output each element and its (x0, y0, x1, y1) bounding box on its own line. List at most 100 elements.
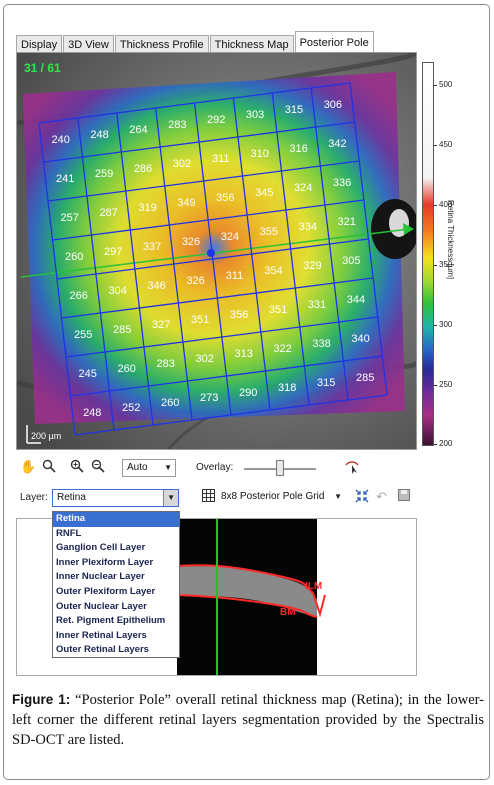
collapse-arrows-icon[interactable] (355, 489, 369, 506)
scan-counter: 31 / 61 (24, 61, 61, 75)
thickness-colorbar (422, 62, 434, 446)
colorbar-tick (434, 385, 437, 386)
grid-cell-value: 356 (230, 309, 248, 321)
grid-cell-value: 248 (83, 407, 101, 419)
grid-cell-value: 331 (308, 299, 326, 311)
grid-cell-value: 322 (273, 343, 291, 355)
fovea-marker (207, 249, 215, 257)
grid-cell-value: 327 (152, 319, 170, 331)
layer-option[interactable]: RNFL (53, 527, 179, 542)
grid-cell-value: 260 (65, 251, 83, 263)
grid-cell-value: 321 (338, 216, 356, 228)
colorbar-tick-label: 300 (439, 320, 453, 329)
grid-cell-value: 305 (342, 255, 360, 267)
layer-option[interactable]: Outer Plexiform Layer (53, 585, 179, 600)
grid-cell-value: 337 (143, 241, 161, 253)
grid-cell-value: 315 (317, 377, 335, 389)
grid-cell-value: 245 (79, 368, 97, 380)
layer-option[interactable]: Inner Plexiform Layer (53, 556, 179, 571)
grid-cell-value: 306 (324, 99, 342, 111)
thickness-map-canvas: 240 248 264 283 292 303 315 306 241 259 286 302 311 3… (17, 53, 416, 449)
layer-option[interactable]: Ret. Pigment Epithelium (53, 614, 179, 629)
layer-option[interactable]: Inner Nuclear Layer (53, 570, 179, 585)
layer-option[interactable]: Inner Retinal Layers (53, 629, 179, 644)
grid-cell-value: 329 (303, 260, 321, 272)
grid-cell-value: 340 (351, 333, 369, 345)
colorbar-tick (434, 265, 437, 266)
zoom-in-icon[interactable] (70, 459, 84, 476)
overlay-label: Overlay: (196, 462, 234, 473)
grid-cell-value: 252 (122, 402, 140, 414)
grid-cell-value: 336 (333, 177, 351, 189)
grid-cell-value: 342 (328, 138, 346, 150)
grid-cell-value: 303 (246, 109, 264, 121)
grid-cell-value: 304 (108, 285, 126, 297)
figure-caption: Figure 1: “Posterior Pole” overall retin… (12, 690, 484, 750)
grid-cell-value: 344 (347, 294, 365, 306)
grid-cell-value: 302 (173, 158, 191, 170)
layer-option[interactable]: Outer Nuclear Layer (53, 600, 179, 615)
grid-cell-value: 349 (177, 197, 195, 209)
grid-cell-value: 338 (312, 338, 330, 350)
grid-cell-value: 285 (356, 372, 374, 384)
grid-cell-value: 351 (269, 304, 287, 316)
layer-option[interactable]: Ganglion Cell Layer (53, 541, 179, 556)
chevron-down-icon: ▼ (164, 463, 172, 472)
zoom-out-icon[interactable] (91, 459, 105, 476)
grid-cell-value: 326 (182, 236, 200, 248)
fundus-thickness-map[interactable]: 240 248 264 283 292 303 315 306 241 259 286 302 311 3… (16, 52, 417, 450)
tab-posterior-pole[interactable]: Posterior Pole (294, 31, 374, 53)
grid-cell-value: 259 (95, 168, 113, 180)
view-tabs: Display 3D View Thickness Profile Thickn… (16, 31, 375, 53)
grid-cell-value: 313 (234, 348, 252, 360)
grid-cell-value: 266 (70, 290, 88, 302)
colorbar-tick-label: 500 (439, 80, 453, 89)
grid-cell-value: 316 (289, 143, 307, 155)
layer-option[interactable]: Outer Retinal Layers (53, 643, 179, 658)
grid-cell-value: 248 (90, 129, 108, 141)
ilm-label: ILM (305, 581, 323, 592)
grid-cell-value: 283 (157, 358, 175, 370)
grid-cell-value: 356 (216, 192, 234, 204)
figure-label: Figure 1: (12, 692, 71, 707)
save-disk-icon[interactable] (398, 489, 410, 504)
pointer-tool-icon[interactable] (344, 459, 360, 478)
grid-type-select[interactable]: 8x8 Posterior Pole Grid ▼ (217, 489, 345, 507)
tab-thickness-map[interactable]: Thickness Map (209, 35, 294, 53)
colorbar-tick-label: 200 (439, 439, 453, 448)
grid-cell-value: 290 (239, 387, 257, 399)
layer-select-value: Retina (57, 492, 86, 503)
grid-cell-value: 240 (52, 134, 70, 146)
bm-label: BM (280, 607, 296, 618)
tab-thickness-profile[interactable]: Thickness Profile (114, 35, 209, 53)
magnifier-icon[interactable] (42, 459, 56, 476)
layer-dropdown-list[interactable]: Retina RNFL Ganglion Cell Layer Inner Pl… (52, 511, 180, 658)
colorbar-tick-label: 250 (439, 380, 453, 389)
grid-cell-value: 351 (191, 314, 209, 326)
grid-cell-value: 319 (138, 202, 156, 214)
grid-cell-value: 346 (147, 280, 165, 292)
colorbar-tick (434, 85, 437, 86)
grid-cell-value: 285 (113, 324, 131, 336)
layer-option[interactable]: Retina (53, 512, 179, 527)
grid-cell-value: 311 (226, 270, 244, 282)
grid-cell-value: 241 (56, 173, 74, 185)
overlay-slider-thumb[interactable] (276, 460, 284, 476)
colorbar-tick (434, 444, 437, 445)
pan-hand-icon[interactable]: ✋ (20, 459, 36, 475)
undo-icon[interactable]: ↶ (376, 489, 387, 505)
tab-display[interactable]: Display (16, 35, 63, 53)
zoom-mode-select[interactable]: Auto ▼ (122, 459, 176, 477)
colorbar-tick (434, 145, 437, 146)
grid-cell-value: 310 (251, 148, 269, 160)
grid-cell-value: 311 (212, 153, 230, 165)
grid-cell-value: 324 (221, 231, 239, 243)
colorbar-tick-label: 450 (439, 140, 453, 149)
layer-select[interactable]: Retina ▼ (52, 489, 179, 507)
grid-cell-value: 297 (104, 246, 122, 258)
grid-cell-value: 286 (134, 163, 152, 175)
tab-3d-view[interactable]: 3D View (63, 35, 114, 53)
colorbar-title: Retina Thickness [µm] (446, 200, 455, 280)
grid-type-value: 8x8 Posterior Pole Grid (221, 491, 325, 502)
chevron-down-icon: ▼ (334, 492, 342, 501)
